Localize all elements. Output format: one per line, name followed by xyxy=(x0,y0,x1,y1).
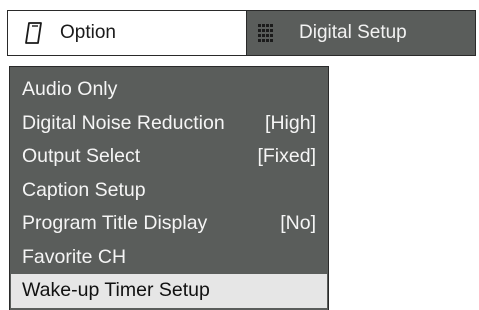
menu-item-program-title-display[interactable]: Program Title Display [No] xyxy=(10,207,328,241)
menu-item-digital-noise-reduction[interactable]: Digital Noise Reduction [High] xyxy=(10,107,328,141)
menu-item-value: [Fixed] xyxy=(257,145,316,168)
menu-item-output-select[interactable]: Output Select [Fixed] xyxy=(10,140,328,174)
menu-item-wake-up-timer-setup[interactable]: Wake-up Timer Setup xyxy=(11,274,327,308)
tv-menu-screen: Option Digital Setup Audio Only Digital … xyxy=(0,0,479,310)
menu-item-label: Wake-up Timer Setup xyxy=(22,279,210,302)
digital-grid-icon xyxy=(257,23,275,43)
tab-digital-setup[interactable]: Digital Setup xyxy=(247,11,475,55)
menu-item-caption-setup[interactable]: Caption Setup xyxy=(10,174,328,208)
menu-item-value: [No] xyxy=(280,212,316,235)
menu-item-label: Output Select xyxy=(22,145,141,168)
menu-item-label: Caption Setup xyxy=(22,178,146,201)
menu-item-favorite-ch[interactable]: Favorite CH xyxy=(10,241,328,275)
menu-item-value: [High] xyxy=(265,111,316,134)
tab-bar: Option Digital Setup xyxy=(7,10,476,56)
menu-item-label: Audio Only xyxy=(22,78,118,101)
menu-item-label: Digital Noise Reduction xyxy=(22,111,225,134)
menu-item-audio-only[interactable]: Audio Only xyxy=(10,73,328,107)
menu-item-label: Program Title Display xyxy=(22,212,208,235)
option-menu: Audio Only Digital Noise Reduction [High… xyxy=(9,66,329,310)
tab-option-label: Option xyxy=(60,22,116,43)
remote-icon xyxy=(24,21,44,45)
tab-option[interactable]: Option xyxy=(8,11,247,55)
menu-item-label: Favorite CH xyxy=(22,245,127,268)
tab-digital-setup-label: Digital Setup xyxy=(299,22,407,43)
